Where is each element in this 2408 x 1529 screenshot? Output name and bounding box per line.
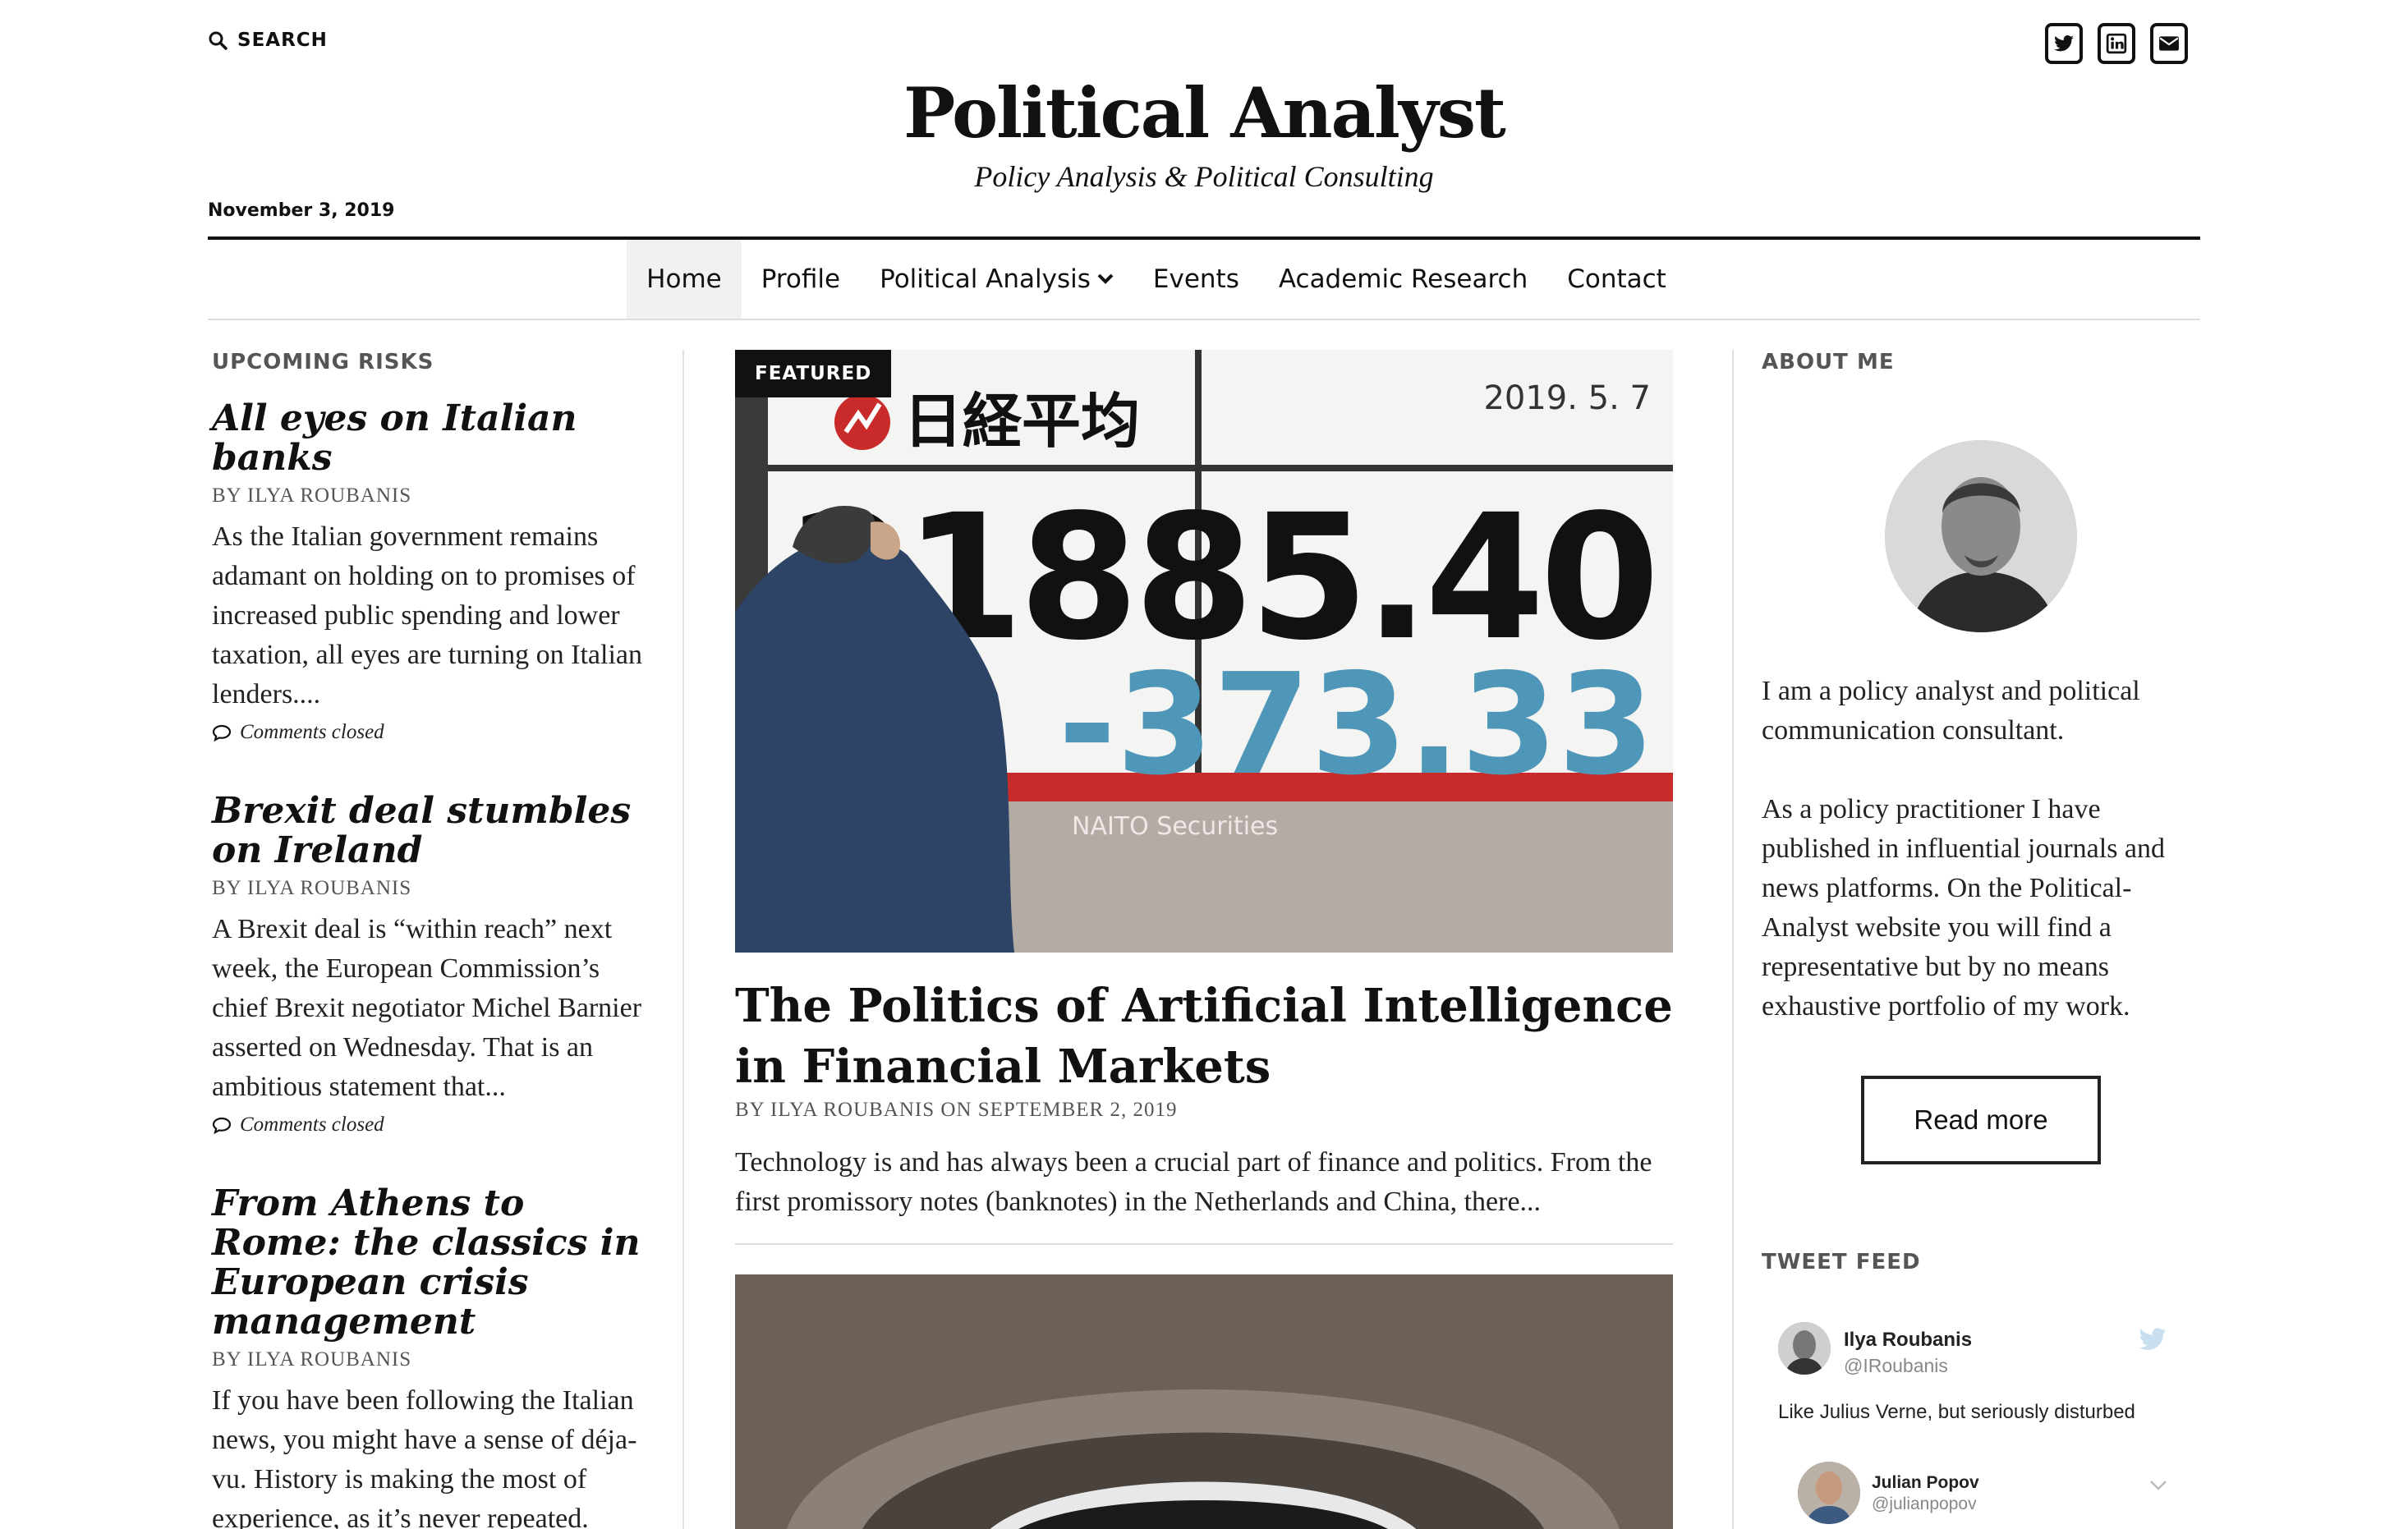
site-tagline: Policy Analysis & Political Consulting: [974, 160, 1434, 193]
comments-label: Comments closed: [240, 1113, 384, 1136]
tweet-card[interactable]: Julian Popov @julianpopov: [1762, 1462, 2200, 1529]
archway-photo: [735, 1274, 1673, 1529]
current-date: November 3, 2019: [208, 200, 395, 221]
tweet-author-name[interactable]: Ilya Roubanis: [1844, 1329, 1972, 1352]
site-title[interactable]: Political Analyst: [0, 72, 2408, 154]
column-divider: [682, 350, 684, 1529]
tweet-author-name[interactable]: Julian Popov: [1872, 1473, 1979, 1493]
nav-label: Events: [1152, 264, 1239, 294]
tweet-avatar: [1778, 1322, 1831, 1375]
search-label: SEARCH: [237, 30, 328, 51]
risk-post: From Athens to Rome: the classics in Eur…: [212, 1184, 655, 1529]
tweet-avatar: [1798, 1462, 1860, 1524]
nav-divider: [208, 319, 2200, 320]
risk-post: Brexit deal stumbles on Ireland BY ILYA …: [212, 792, 655, 1136]
chevron-down-icon[interactable]: [2149, 1480, 2167, 1491]
about-text: I am a policy analyst and political comm…: [1762, 672, 2200, 1026]
main-nav: Home Profile Political Analysis Events A…: [0, 240, 2408, 319]
tweet-text: Like Julius Verne, but seriously disturb…: [1778, 1401, 2135, 1423]
comment-icon: [212, 1117, 232, 1134]
risk-post: All eyes on Italian banks BY ILYA ROUBAN…: [212, 399, 655, 744]
nav-item-profile[interactable]: Profile: [742, 240, 860, 319]
nav-item-academic-research[interactable]: Academic Research: [1259, 240, 1547, 319]
nav-label: Profile: [761, 264, 841, 294]
comment-icon: [212, 724, 232, 742]
featured-post-meta: BY ILYA ROUBANIS ON SEPTEMBER 2, 2019: [735, 1099, 1178, 1121]
tweet-author-handle[interactable]: @julianpopov: [1872, 1495, 1977, 1514]
post-image[interactable]: [735, 1274, 1673, 1529]
column-divider: [1732, 350, 1734, 1529]
nav-item-events[interactable]: Events: [1133, 240, 1259, 319]
about-title: ABOUT ME: [1762, 350, 1895, 374]
search-button[interactable]: SEARCH: [208, 30, 328, 51]
tweet-card[interactable]: Ilya Roubanis @IRoubanis Like Julius Ver…: [1762, 1322, 2200, 1445]
email-link[interactable]: [2150, 23, 2188, 64]
search-icon: [209, 31, 227, 50]
author-avatar: [1885, 440, 2077, 632]
social-links: [2045, 23, 2188, 64]
upcoming-risks-widget: UPCOMING RISKS All eyes on Italian banks…: [212, 350, 655, 1529]
post-byline: BY ILYA ROUBANIS: [212, 484, 412, 507]
featured-badge: FEATURED: [735, 350, 892, 397]
read-more-button[interactable]: Read more: [1861, 1076, 2101, 1164]
widget-title: UPCOMING RISKS: [212, 350, 434, 374]
nav-item-home[interactable]: Home: [627, 240, 742, 319]
linkedin-icon: [2106, 33, 2127, 54]
email-icon: [2159, 36, 2179, 51]
comments-label: Comments closed: [240, 721, 384, 743]
post-byline: BY ILYA ROUBANIS: [212, 877, 412, 899]
linkedin-link[interactable]: [2098, 23, 2135, 64]
nav-item-contact[interactable]: Contact: [1547, 240, 1686, 319]
post-separator: [735, 1243, 1673, 1245]
post-excerpt: As the Italian government remains adaman…: [212, 521, 642, 709]
post-excerpt: A Brexit deal is “within reach” next wee…: [212, 914, 642, 1102]
featured-posts: 日経平均 2019. 5. 7 21885.40 -373.33 NAITO S…: [735, 350, 1673, 1529]
nav-item-political-analysis[interactable]: Political Analysis: [860, 240, 1133, 319]
tweet-feed-title: TWEET FEED: [1762, 1250, 1921, 1274]
post-title-link[interactable]: From Athens to Rome: the classics in Eur…: [212, 1184, 655, 1342]
ticker-change: -373.33: [1058, 644, 1655, 806]
ticker-date: 2019. 5. 7: [1483, 379, 1651, 417]
comments-status: Comments closed: [212, 721, 655, 744]
nav-label: Political Analysis: [880, 264, 1091, 294]
post-title-link[interactable]: All eyes on Italian banks: [212, 399, 655, 478]
chevron-down-icon: [1097, 273, 1114, 284]
post-excerpt: If you have been following the Italian n…: [212, 1385, 637, 1529]
sidebar-right: ABOUT ME I am a policy analyst and polit…: [1762, 350, 2200, 1529]
featured-post-title[interactable]: The Politics of Artificial Intelligence …: [735, 976, 1673, 1097]
nav-label: Academic Research: [1278, 264, 1528, 294]
author-photo: [1885, 440, 2077, 632]
ticker-sponsor: NAITO Securities: [1072, 812, 1278, 841]
twitter-icon: [2054, 35, 2074, 52]
ticker-index-name: 日経平均: [903, 387, 1140, 456]
twitter-link[interactable]: [2045, 23, 2083, 64]
post-title-link[interactable]: Brexit deal stumbles on Ireland: [212, 792, 655, 870]
stock-ticker-photo: 日経平均 2019. 5. 7 21885.40 -373.33 NAITO S…: [735, 350, 1673, 953]
post-byline: BY ILYA ROUBANIS: [212, 1348, 412, 1371]
about-paragraph: I am a policy analyst and political comm…: [1762, 676, 2140, 746]
featured-post-excerpt: Technology is and has always been a cruc…: [735, 1147, 1652, 1217]
tweet-author-handle[interactable]: @IRoubanis: [1844, 1355, 1948, 1377]
nav-label: Home: [646, 264, 722, 294]
featured-image[interactable]: 日経平均 2019. 5. 7 21885.40 -373.33 NAITO S…: [735, 350, 1673, 953]
comments-status: Comments closed: [212, 1113, 655, 1136]
about-paragraph: As a policy practitioner I have publishe…: [1762, 794, 2166, 1022]
nav-label: Contact: [1567, 264, 1666, 294]
twitter-bird-icon[interactable]: [2138, 1327, 2167, 1352]
